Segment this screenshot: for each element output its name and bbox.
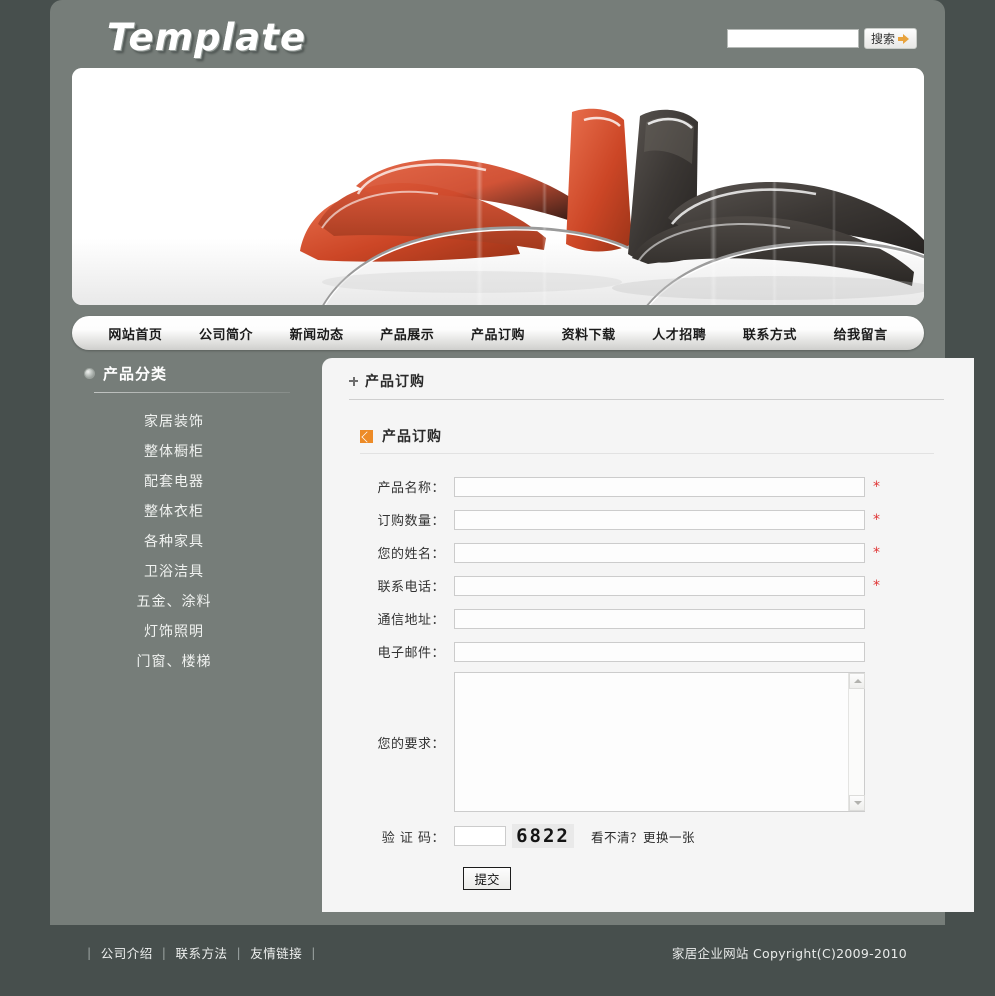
sidebar-divider <box>94 392 290 393</box>
arrow-right-icon <box>898 33 910 44</box>
form-row-product-name: 产品名称： * <box>322 470 974 503</box>
section-header: 产品订购 <box>322 400 974 446</box>
content-panel: 产品订购 产品订购 产品名称： * 订购数量： * 您的姓名： * 联系电话： … <box>322 358 974 912</box>
input-captcha[interactable] <box>454 826 506 846</box>
form-row-requirements: 您的要求： <box>322 668 974 816</box>
footer-link-company[interactable]: 公司介绍 <box>101 943 153 962</box>
order-form: 产品名称： * 订购数量： * 您的姓名： * 联系电话： * 通信地址： 电子… <box>322 454 974 900</box>
sidebar-item-home-decor[interactable]: 家居装饰 <box>72 407 302 437</box>
sidebar-item-doors-stairs[interactable]: 门窗、楼梯 <box>72 647 302 677</box>
banner-image <box>72 68 924 305</box>
submit-button[interactable]: 提交 <box>463 866 511 890</box>
breadcrumb-label: 产品订购 <box>365 374 425 390</box>
main-navigation: 网站首页 公司简介 新闻动态 产品展示 产品订购 资料下载 人才招聘 联系方式 … <box>72 316 924 350</box>
nav-item-news[interactable]: 新闻动态 <box>290 324 344 343</box>
footer-links: | 公司介绍 | 联系方法 | 友情链接 | <box>78 943 325 962</box>
label-quantity: 订购数量： <box>377 514 445 529</box>
footer-separator: | <box>87 945 92 960</box>
search-button-label: 搜索 <box>870 32 895 46</box>
sidebar-item-appliances[interactable]: 配套电器 <box>72 467 302 497</box>
textarea-wrapper <box>454 672 865 812</box>
input-product-name[interactable] <box>454 476 865 497</box>
site-shell: Template 搜索 网站首页 公司简介 新闻动态 产品展示 产品订购 资料下… <box>50 0 974 925</box>
captcha-refresh-link[interactable]: 看不清？更换一张 <box>591 827 695 846</box>
orange-arrow-icon <box>360 429 373 443</box>
nav-item-downloads[interactable]: 资料下载 <box>562 324 616 343</box>
label-address: 通信地址： <box>377 613 445 628</box>
form-row-submit: 提交 <box>322 856 974 900</box>
input-phone[interactable] <box>454 575 865 596</box>
label-email: 电子邮件： <box>377 646 445 661</box>
required-marker-product-name: * <box>873 478 880 495</box>
nav-item-jobs[interactable]: 人才招聘 <box>652 324 706 343</box>
sidebar-item-bathroom[interactable]: 卫浴洁具 <box>72 557 302 587</box>
nav-item-home[interactable]: 网站首页 <box>108 324 162 343</box>
site-header: Template 搜索 <box>50 0 945 68</box>
sidebar-item-lighting[interactable]: 灯饰照明 <box>72 617 302 647</box>
search-input[interactable] <box>726 29 859 48</box>
section-title: 产品订购 <box>382 429 442 445</box>
nav-item-order[interactable]: 产品订购 <box>471 324 525 343</box>
nav-item-about[interactable]: 公司简介 <box>199 324 253 343</box>
nav-item-message[interactable]: 给我留言 <box>834 324 888 343</box>
captcha-image: 6822 <box>512 824 574 848</box>
input-quantity[interactable] <box>454 509 865 530</box>
footer-separator: | <box>161 945 167 960</box>
label-name: 您的姓名： <box>377 547 445 562</box>
sidebar-item-furniture[interactable]: 各种家具 <box>72 527 302 557</box>
required-marker-phone: * <box>873 577 880 594</box>
label-phone: 联系电话： <box>377 580 445 595</box>
form-row-captcha: 验 证 码： 6822 看不清？更换一张 <box>322 816 974 856</box>
sidebar: 产品分类 家居装饰 整体橱柜 配套电器 整体衣柜 各种家具 卫浴洁具 五金、涂料… <box>72 360 302 677</box>
label-requirements: 您的要求： <box>377 736 445 752</box>
search-button[interactable]: 搜索 <box>863 28 917 49</box>
site-footer: | 公司介绍 | 联系方法 | 友情链接 | 家居企业网站 Copyright(… <box>0 925 995 996</box>
label-product-name: 产品名称： <box>377 481 445 496</box>
input-email[interactable] <box>454 641 865 662</box>
sphere-bullet-icon <box>84 367 95 379</box>
label-captcha: 验 证 码： <box>381 830 445 846</box>
site-logo: Template <box>107 16 307 59</box>
nav-item-contact[interactable]: 联系方式 <box>743 324 797 343</box>
input-name[interactable] <box>454 542 865 563</box>
page-root: Template 搜索 网站首页 公司简介 新闻动态 产品展示 产品订购 资料下… <box>0 0 995 996</box>
footer-link-friends[interactable]: 友情链接 <box>250 943 302 962</box>
nav-item-products[interactable]: 产品展示 <box>380 324 434 343</box>
footer-separator: | <box>311 945 316 960</box>
sidebar-header: 产品分类 <box>72 360 302 386</box>
form-row-phone: 联系电话： * <box>322 569 974 602</box>
banner-illustration <box>72 68 924 305</box>
sidebar-item-cabinets[interactable]: 整体橱柜 <box>72 437 302 467</box>
sidebar-title: 产品分类 <box>103 364 168 383</box>
form-row-quantity: 订购数量： * <box>322 503 974 536</box>
form-row-address: 通信地址： <box>322 602 974 635</box>
breadcrumb: 产品订购 <box>322 358 974 391</box>
footer-link-contact[interactable]: 联系方法 <box>175 943 227 962</box>
required-marker-name: * <box>873 544 880 561</box>
required-marker-quantity: * <box>873 511 880 528</box>
form-row-email: 电子邮件： <box>322 635 974 668</box>
input-address[interactable] <box>454 608 865 629</box>
sidebar-list: 家居装饰 整体橱柜 配套电器 整体衣柜 各种家具 卫浴洁具 五金、涂料 灯饰照明… <box>72 407 302 677</box>
footer-separator: | <box>236 945 242 960</box>
form-row-name: 您的姓名： * <box>322 536 974 569</box>
search-area: 搜索 <box>726 28 917 49</box>
sidebar-item-wardrobes[interactable]: 整体衣柜 <box>72 497 302 527</box>
footer-copyright: 家居企业网站 Copyright(C)2009-2010 <box>671 946 907 961</box>
input-requirements[interactable] <box>454 672 865 812</box>
plus-marker-icon <box>349 376 358 386</box>
sidebar-item-hardware[interactable]: 五金、涂料 <box>72 587 302 617</box>
